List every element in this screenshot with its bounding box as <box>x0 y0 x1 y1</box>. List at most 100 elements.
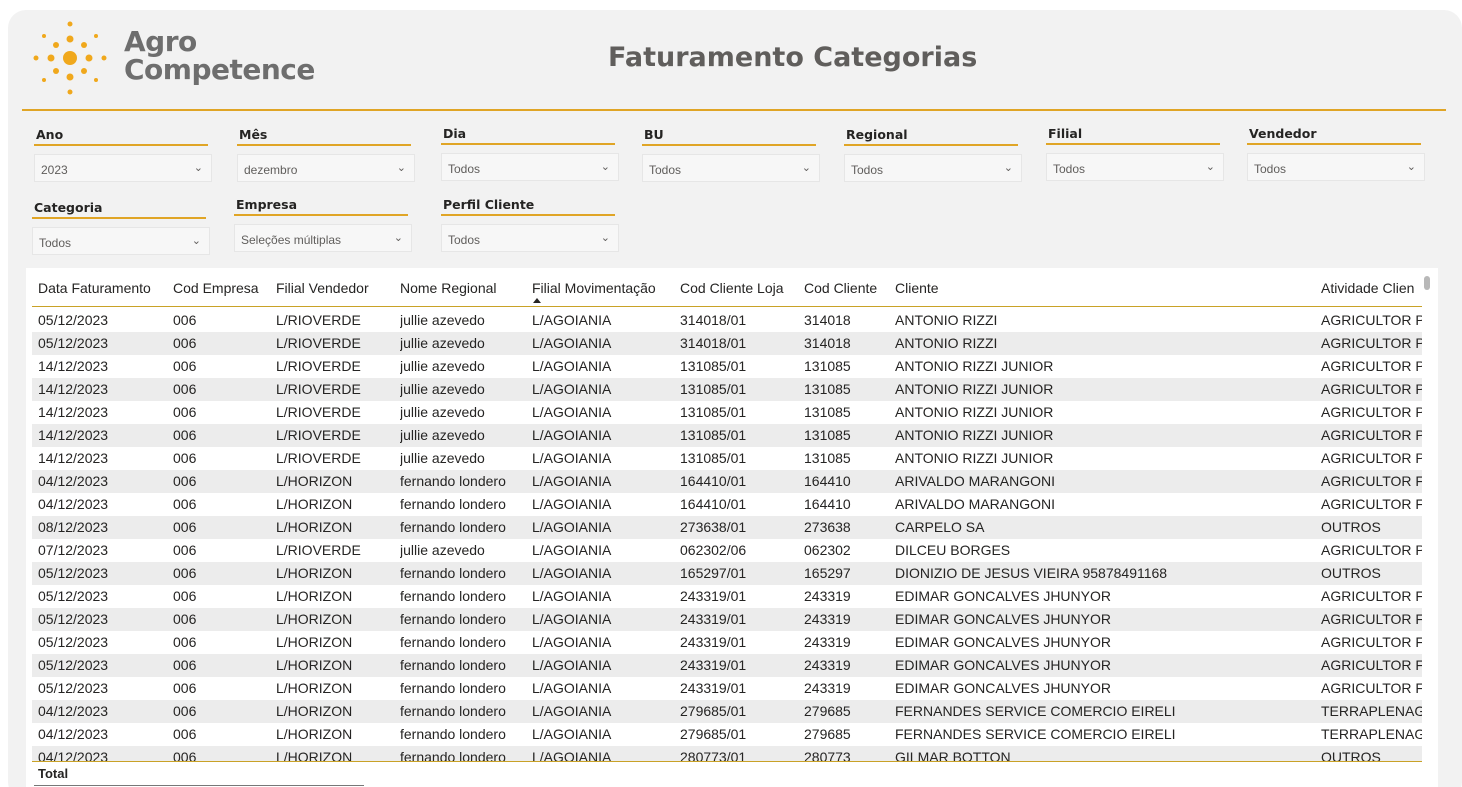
cell-cod-cliente-loja: 131085/01 <box>680 381 747 397</box>
cell-filial-movimentacao: L/AGOIANIA <box>532 404 612 420</box>
cell-data-faturamento: 05/12/2023 <box>38 588 109 604</box>
cell-cod-cliente-loja: 273638/01 <box>680 519 747 535</box>
cell-filial-movimentacao: L/AGOIANIA <box>532 634 612 650</box>
cell-cod-empresa: 006 <box>173 611 197 627</box>
cell-cod-cliente-loja: 131085/01 <box>680 358 747 374</box>
cell-filial-vendedor: L/RIOVERDE <box>276 404 361 420</box>
table-row[interactable]: 05/12/2023 006 L/HORIZON fernando londero L/… <box>32 608 1422 631</box>
table-row[interactable]: 05/12/2023 006 L/HORIZON fernando londero L/… <box>32 585 1422 608</box>
table-row[interactable]: 04/12/2023 006 L/HORIZON fernando londero L/… <box>32 470 1422 493</box>
cell-cod-cliente: 243319 <box>804 634 851 650</box>
cell-cod-cliente: 243319 <box>804 657 851 673</box>
column-header-cod-empresa[interactable]: Cod Empresa <box>173 280 259 296</box>
table-row[interactable]: 05/12/2023 006 L/RIOVERDE jullie azevedo L/A… <box>32 332 1422 355</box>
slicer-dropdown[interactable]: Todos ⌄ <box>1046 153 1224 181</box>
cell-cod-empresa: 006 <box>173 404 197 420</box>
slicer-underline <box>237 144 411 146</box>
column-header-data-faturamento[interactable]: Data Faturamento <box>38 280 151 296</box>
cell-atividade-cliente: OUTROS <box>1321 565 1381 581</box>
slicer-dropdown[interactable]: Todos ⌄ <box>441 153 619 181</box>
table-row[interactable]: 04/12/2023 006 L/HORIZON fernando londero L/… <box>32 723 1422 746</box>
page-title: Faturamento Categorias <box>608 42 978 73</box>
table-row[interactable]: 05/12/2023 006 L/HORIZON fernando londero L/… <box>32 562 1422 585</box>
cell-atividade-cliente: AGRICULTOR P <box>1321 335 1422 351</box>
cell-data-faturamento: 14/12/2023 <box>38 450 109 466</box>
cell-filial-vendedor: L/HORIZON <box>276 565 353 581</box>
slicer-value: 2023 <box>41 163 68 177</box>
logo-line-1: Agro <box>124 25 197 58</box>
cell-atividade-cliente: AGRICULTOR P <box>1321 542 1422 558</box>
cell-filial-movimentacao: L/AGOIANIA <box>532 427 612 443</box>
cell-cod-cliente-loja: 243319/01 <box>680 611 747 627</box>
slicer-dropdown[interactable]: Seleções múltiplas ⌄ <box>234 224 412 252</box>
slicer-dropdown[interactable]: Todos ⌄ <box>32 227 210 255</box>
cell-filial-vendedor: L/HORIZON <box>276 519 353 535</box>
table-row[interactable]: 05/12/2023 006 L/RIOVERDE jullie azevedo L/A… <box>32 309 1422 332</box>
cell-cliente: ANTONIO RIZZI JUNIOR <box>895 404 1054 420</box>
table-row[interactable]: 04/12/2023 006 L/HORIZON fernando londero L/… <box>32 746 1422 761</box>
cell-nome-regional: fernando londero <box>400 473 506 489</box>
slicer-dropdown[interactable]: Todos ⌄ <box>1247 153 1425 181</box>
cell-filial-vendedor: L/HORIZON <box>276 703 353 719</box>
table-row[interactable]: 14/12/2023 006 L/RIOVERDE jullie azevedo L/A… <box>32 378 1422 401</box>
column-header-nome-regional[interactable]: Nome Regional <box>400 280 497 296</box>
header-divider <box>22 109 1446 111</box>
chevron-down-icon: ⌄ <box>191 235 201 247</box>
cell-data-faturamento: 04/12/2023 <box>38 726 109 742</box>
cell-cod-empresa: 006 <box>173 749 197 761</box>
table-row[interactable]: 04/12/2023 006 L/HORIZON fernando londero L/… <box>32 493 1422 516</box>
cell-cod-empresa: 006 <box>173 703 197 719</box>
cell-cod-empresa: 006 <box>173 358 197 374</box>
cell-atividade-cliente: AGRICULTOR P <box>1321 404 1422 420</box>
cell-cod-cliente-loja: 243319/01 <box>680 588 747 604</box>
column-header-cod-cliente-loja[interactable]: Cod Cliente Loja <box>680 280 784 296</box>
cell-cod-cliente-loja: 131085/01 <box>680 427 747 443</box>
cell-nome-regional: fernando londero <box>400 726 506 742</box>
cell-atividade-cliente: AGRICULTOR F/ <box>1321 634 1422 650</box>
cell-nome-regional: fernando londero <box>400 680 506 696</box>
cell-nome-regional: fernando londero <box>400 657 506 673</box>
slicer-dropdown[interactable]: Todos ⌄ <box>441 224 619 252</box>
cell-cliente: CARPELO SA <box>895 519 985 535</box>
cell-filial-movimentacao: L/AGOIANIA <box>532 565 612 581</box>
cell-cliente: ARIVALDO MARANGONI <box>895 496 1055 512</box>
cell-filial-movimentacao: L/AGOIANIA <box>532 611 612 627</box>
table-row[interactable]: 05/12/2023 006 L/HORIZON fernando londero L/… <box>32 677 1422 700</box>
table-row[interactable]: 14/12/2023 006 L/RIOVERDE jullie azevedo L/A… <box>32 401 1422 424</box>
slicer-value: Todos <box>39 236 72 250</box>
table-row[interactable]: 07/12/2023 006 L/RIOVERDE jullie azevedo L/A… <box>32 539 1422 562</box>
cell-nome-regional: jullie azevedo <box>400 312 485 328</box>
table-row[interactable]: 05/12/2023 006 L/HORIZON fernando londero L/… <box>32 654 1422 677</box>
table-row[interactable]: 04/12/2023 006 L/HORIZON fernando londero L/… <box>32 700 1422 723</box>
cell-cod-cliente: 164410 <box>804 496 851 512</box>
logo-line-2: Competence <box>124 53 315 86</box>
cell-data-faturamento: 08/12/2023 <box>38 519 109 535</box>
cell-data-faturamento: 05/12/2023 <box>38 634 109 650</box>
cell-filial-vendedor: L/HORIZON <box>276 634 353 650</box>
slicer-underline <box>1247 143 1421 145</box>
slicer-dropdown[interactable]: Todos ⌄ <box>844 154 1022 182</box>
vertical-scrollbar[interactable] <box>1424 276 1430 290</box>
cell-filial-vendedor: L/RIOVERDE <box>276 335 361 351</box>
slicer-dropdown[interactable]: 2023 ⌄ <box>34 154 212 182</box>
slicer-dropdown[interactable]: Todos ⌄ <box>642 154 820 182</box>
table-row[interactable]: 14/12/2023 006 L/RIOVERDE jullie azevedo L/A… <box>32 447 1422 470</box>
table-row[interactable]: 05/12/2023 006 L/HORIZON fernando londero L/… <box>32 631 1422 654</box>
horizontal-scrollbar[interactable] <box>34 785 364 786</box>
column-header-filial-movimentacao[interactable]: Filial Movimentação <box>532 280 656 296</box>
table-row[interactable]: 14/12/2023 006 L/RIOVERDE jullie azevedo L/A… <box>32 355 1422 378</box>
slicer-underline <box>441 214 615 216</box>
table-row[interactable]: 14/12/2023 006 L/RIOVERDE jullie azevedo L/A… <box>32 424 1422 447</box>
column-header-atividade-cliente[interactable]: Atividade Clien <box>1321 280 1423 296</box>
slicer-dropdown[interactable]: dezembro ⌄ <box>237 154 415 182</box>
table-row[interactable]: 08/12/2023 006 L/HORIZON fernando londero L/… <box>32 516 1422 539</box>
cell-nome-regional: jullie azevedo <box>400 450 485 466</box>
cell-cliente: ANTONIO RIZZI JUNIOR <box>895 381 1054 397</box>
cell-atividade-cliente: OUTROS <box>1321 749 1381 761</box>
slicer-value: Todos <box>649 163 682 177</box>
column-header-cliente[interactable]: Cliente <box>895 280 939 296</box>
column-header-cod-cliente[interactable]: Cod Cliente <box>804 280 877 296</box>
sort-ascending-icon <box>533 298 541 303</box>
column-header-filial-vendedor[interactable]: Filial Vendedor <box>276 280 369 296</box>
cell-cod-cliente: 131085 <box>804 404 851 420</box>
